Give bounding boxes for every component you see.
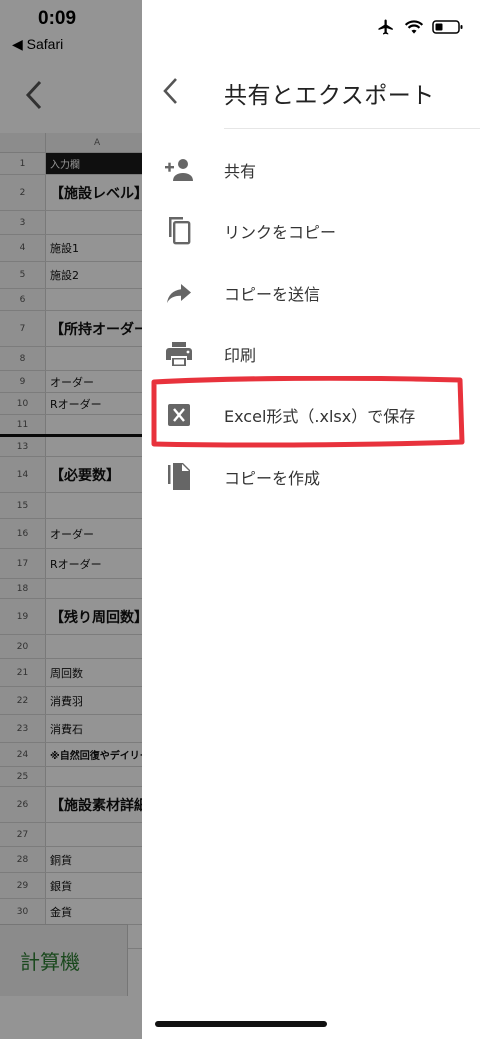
battery-icon [432, 20, 463, 34]
wifi-icon [404, 20, 424, 34]
menu-item-send-copy[interactable]: コピーを送信 [142, 262, 480, 324]
drawer-header: 共有とエクスポート [142, 62, 480, 122]
copy-icon [164, 216, 194, 246]
drawer-title: 共有とエクスポート [224, 83, 435, 109]
divider [224, 128, 480, 129]
menu-label-make-copy: コピーを作成 [224, 469, 321, 488]
menu-item-share[interactable]: 共有 [142, 139, 480, 201]
printer-icon [164, 339, 194, 369]
menu-label-send-copy: コピーを送信 [224, 285, 321, 304]
home-indicator[interactable] [155, 1021, 327, 1027]
file-copy-icon [164, 462, 194, 492]
airplane-icon [378, 19, 393, 35]
add-person-icon [164, 155, 194, 185]
menu-item-make-copy[interactable]: コピーを作成 [142, 446, 480, 508]
forward-arrow-icon [164, 278, 194, 308]
status-icons [376, 18, 464, 36]
menu-label-copy-link: リンクをコピー [224, 223, 337, 242]
menu-item-copy-link[interactable]: リンクをコピー [142, 200, 480, 262]
share-export-drawer: 共有とエクスポート 共有 リンクをコピー コピーを送信 印刷 Excel形式（.… [142, 0, 480, 1039]
menu-label-share: 共有 [224, 162, 257, 181]
back-chevron-icon[interactable] [160, 76, 182, 106]
red-highlight-annotation [151, 376, 465, 448]
menu-label-print: 印刷 [224, 346, 257, 365]
